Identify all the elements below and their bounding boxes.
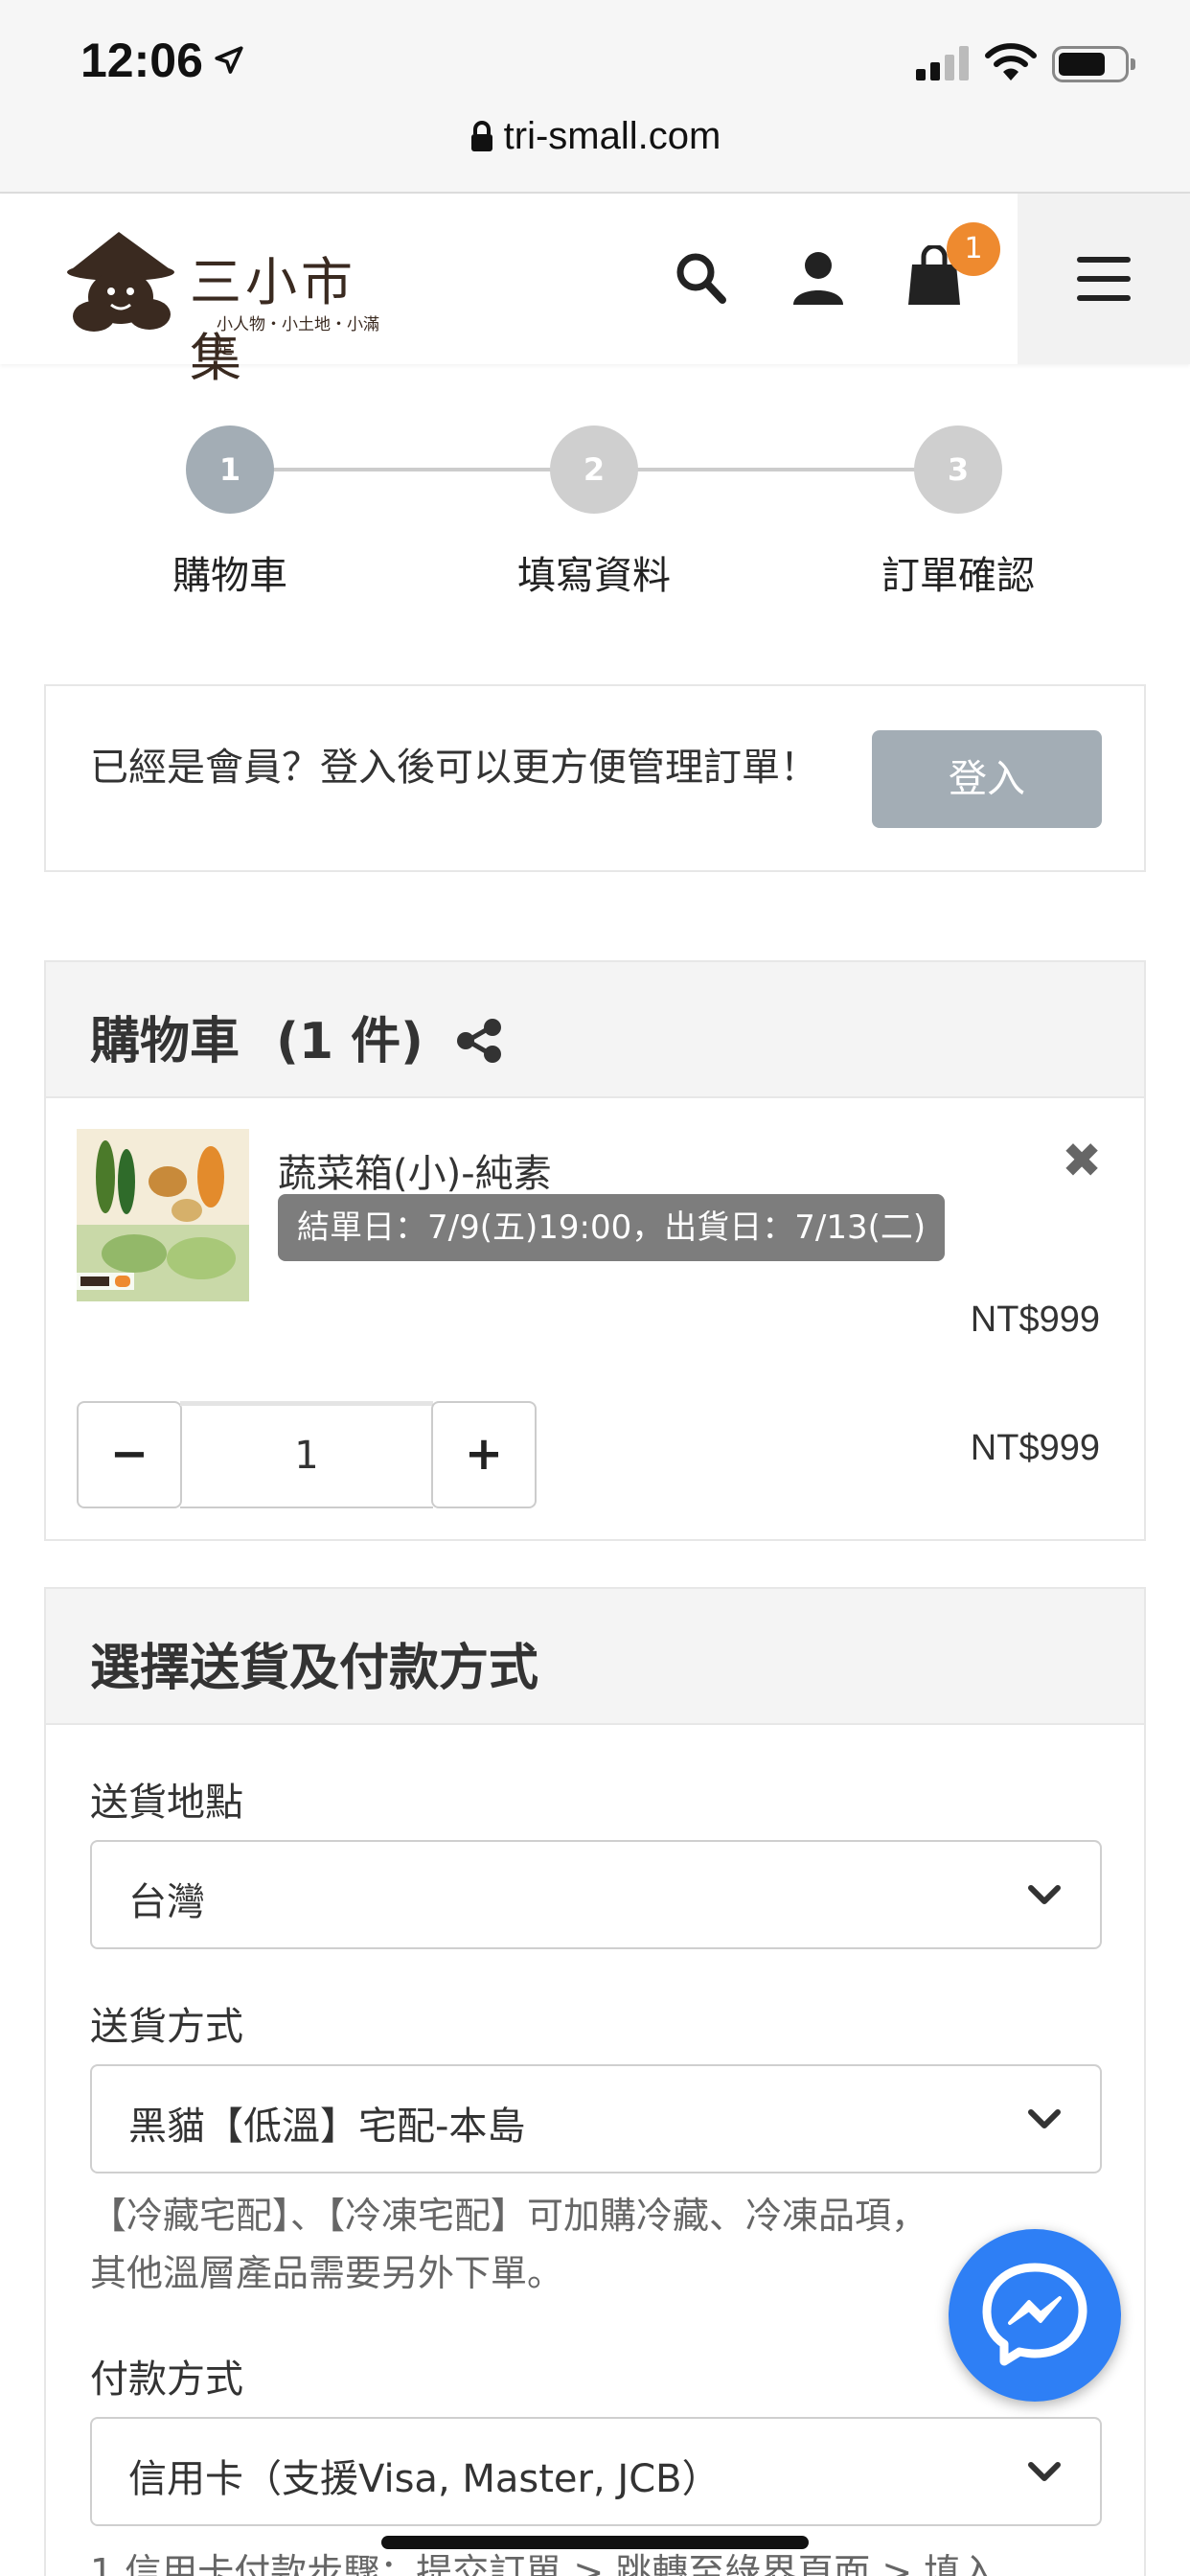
payment-method-label: 付款方式 bbox=[90, 2358, 243, 2402]
lock-icon bbox=[470, 120, 492, 151]
cart-count-badge: 1 bbox=[947, 222, 1000, 276]
cellular-signal-icon bbox=[916, 46, 970, 80]
product-name[interactable]: 蔬菜箱(小)-純素 bbox=[278, 1142, 552, 1198]
wifi-icon bbox=[985, 43, 1037, 80]
step-2-label: 填寫資料 bbox=[517, 554, 671, 598]
cart-item: 蔬菜箱(小)-純素 結單日：7/9(五)19:00，出貨日：7/13(二) ✖ … bbox=[46, 1098, 1144, 1539]
delivery-method-value: 黑貓【低溫】宅配-本島 bbox=[128, 2104, 526, 2149]
step-3-label: 訂單確認 bbox=[881, 554, 1035, 598]
logo-subtitle: 小人物‧小土地‧小滿足 bbox=[217, 315, 379, 358]
location-arrow-icon bbox=[215, 46, 243, 74]
checkout-progress: 1 2 3 購物車 填寫資料 訂單確認 bbox=[0, 422, 1190, 613]
step-3-circle: 3 bbox=[914, 426, 1002, 514]
hamburger-menu-button[interactable] bbox=[1018, 194, 1190, 364]
search-icon[interactable] bbox=[675, 249, 728, 307]
unit-price: NT$999 bbox=[970, 1300, 1100, 1340]
item-subtotal: NT$999 bbox=[970, 1428, 1100, 1468]
delivery-method-select[interactable]: 黑貓【低溫】宅配-本島 bbox=[90, 2064, 1102, 2174]
shipping-title: 選擇送貨及付款方式 bbox=[90, 1640, 539, 1697]
delivery-method-label: 送貨方式 bbox=[90, 2005, 243, 2049]
login-button[interactable]: 登入 bbox=[872, 730, 1102, 828]
chevron-down-icon bbox=[1028, 1885, 1061, 1904]
order-schedule-badge: 結單日：7/9(五)19:00，出貨日：7/13(二) bbox=[278, 1194, 946, 1261]
payment-method-select[interactable]: 信用卡（支援Visa, Master, JCB） bbox=[90, 2417, 1102, 2526]
member-login-panel: 已經是會員？登入後可以更方便管理訂單！ 登入 bbox=[44, 684, 1146, 872]
site-logo[interactable]: 三小市集 小人物‧小土地‧小滿足 bbox=[65, 218, 391, 388]
status-time: 12:06 bbox=[80, 34, 203, 87]
step-1-circle: 1 bbox=[186, 426, 274, 514]
chevron-down-icon bbox=[1028, 2109, 1061, 2128]
quantity-stepper: − 1 + bbox=[77, 1401, 537, 1508]
url-text: tri-small.com bbox=[503, 115, 721, 157]
share-icon[interactable] bbox=[456, 1018, 502, 1064]
cart-header: 購物車 (1 件) bbox=[46, 962, 1144, 1098]
cart-count: (1 件) bbox=[276, 1013, 423, 1070]
chevron-down-icon bbox=[1028, 2462, 1061, 2481]
shipping-payment-panel: 選擇送貨及付款方式 送貨地點 台灣 送貨方式 黑貓【低溫】宅配-本島 【冷藏宅配… bbox=[44, 1587, 1146, 2576]
increase-quantity-button[interactable]: + bbox=[431, 1401, 537, 1508]
shipping-header: 選擇送貨及付款方式 bbox=[46, 1589, 1144, 1725]
payment-method-value: 信用卡（支援Visa, Master, JCB） bbox=[128, 2457, 721, 2501]
step-1-label: 購物車 bbox=[172, 554, 287, 598]
site-header: 三小市集 小人物‧小土地‧小滿足 1 bbox=[0, 194, 1190, 388]
delivery-location-value: 台灣 bbox=[128, 1880, 205, 1924]
delivery-location-label: 送貨地點 bbox=[90, 1781, 243, 1825]
step-2-circle: 2 bbox=[550, 426, 638, 514]
status-bar: 12:06 bbox=[0, 0, 1190, 105]
quantity-input[interactable]: 1 bbox=[180, 1401, 433, 1508]
farmer-mascot-icon bbox=[67, 232, 174, 332]
messenger-icon bbox=[982, 2263, 1087, 2366]
decrease-quantity-button[interactable]: − bbox=[77, 1401, 182, 1508]
product-thumbnail[interactable] bbox=[77, 1129, 249, 1301]
delivery-location-select[interactable]: 台灣 bbox=[90, 1840, 1102, 1949]
remove-item-icon[interactable]: ✖ bbox=[1062, 1133, 1102, 1188]
browser-url-bar[interactable]: tri-small.com bbox=[0, 105, 1190, 194]
home-indicator bbox=[381, 2536, 809, 2549]
cart-panel: 購物車 (1 件) 蔬菜箱(小)-純素 結單日：7/9(五)19:00，出貨日：… bbox=[44, 960, 1146, 1541]
messenger-chat-button[interactable] bbox=[949, 2229, 1121, 2402]
battery-icon bbox=[1052, 46, 1135, 82]
login-prompt-text: 已經是會員？登入後可以更方便管理訂單！ bbox=[90, 746, 818, 790]
cart-title: 購物車 bbox=[90, 1013, 240, 1070]
user-account-icon[interactable] bbox=[791, 249, 845, 307]
